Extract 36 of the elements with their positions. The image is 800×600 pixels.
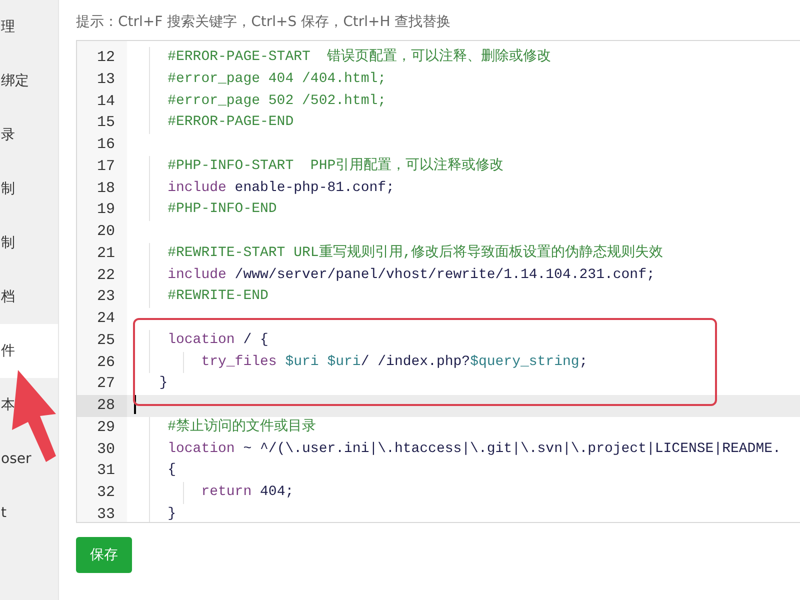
sidebar-item[interactable]: t	[1, 505, 6, 521]
code-line: }	[158, 375, 168, 392]
line-number: 16	[96, 135, 116, 155]
line-number: 28	[77, 395, 127, 417]
line-number: 20	[96, 222, 116, 242]
line-number: 31	[96, 461, 116, 482]
line-number: 15	[96, 113, 116, 134]
sidebar-item[interactable]: 理	[1, 18, 15, 36]
code-editor[interactable]	[76, 40, 800, 523]
line-number: 13	[96, 70, 116, 90]
line-number: 23	[96, 287, 116, 308]
sidebar-item[interactable]: 制	[1, 234, 15, 252]
sidebar-item[interactable]: 制	[1, 180, 15, 198]
text-cursor	[134, 395, 136, 414]
line-number: 21	[96, 244, 116, 264]
line-number: 26	[96, 352, 116, 372]
sidebar-item[interactable]: oser	[1, 451, 32, 467]
sidebar-item[interactable]: 件	[1, 342, 15, 360]
line-number: 18	[96, 178, 116, 198]
line-number: 29	[96, 418, 116, 438]
line-number: 30	[96, 440, 116, 460]
line-number: 22	[96, 266, 116, 286]
shortcut-hint: 提示：Ctrl+F 搜索关键字，Ctrl+S 保存，Ctrl+H 查找替换	[76, 13, 452, 32]
sidebar-item[interactable]: 绑定	[1, 72, 29, 90]
line-number: 27	[96, 374, 116, 394]
line-number: 14	[96, 92, 116, 112]
line-number: 19	[96, 200, 116, 220]
line-number: 24	[96, 309, 116, 329]
sidebar-item[interactable]: 档	[1, 288, 15, 306]
line-number: 33	[96, 504, 116, 522]
sidebar-item[interactable]: 本	[1, 396, 15, 414]
line-number: 17	[96, 156, 116, 177]
line-number: 25	[96, 330, 116, 351]
line-number: 12	[96, 48, 116, 68]
line-number: 32	[96, 483, 116, 503]
sidebar-item[interactable]: 录	[1, 126, 15, 144]
